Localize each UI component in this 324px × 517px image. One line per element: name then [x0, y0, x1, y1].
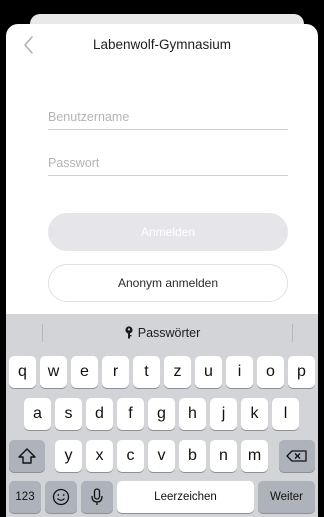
- emoji-icon: [52, 488, 70, 506]
- navigation-bar: Labenwolf-Gymnasium: [6, 24, 318, 68]
- key[interactable]: j: [210, 398, 237, 430]
- key[interactable]: u: [195, 356, 222, 388]
- key[interactable]: a: [24, 398, 51, 430]
- key[interactable]: d: [86, 398, 113, 430]
- key[interactable]: b: [179, 440, 206, 472]
- key[interactable]: g: [148, 398, 175, 430]
- key[interactable]: e: [71, 356, 98, 388]
- shift-key[interactable]: [9, 440, 45, 472]
- space-key[interactable]: Leerzeichen: [117, 481, 254, 513]
- key[interactable]: w: [40, 356, 67, 388]
- username-field: [48, 108, 288, 130]
- key[interactable]: n: [210, 440, 237, 472]
- key[interactable]: c: [117, 440, 144, 472]
- keyboard-row-1: q w e r t z u i o p: [6, 356, 318, 388]
- return-key[interactable]: Weiter: [258, 481, 315, 513]
- key[interactable]: h: [179, 398, 206, 430]
- key[interactable]: f: [117, 398, 144, 430]
- key[interactable]: o: [257, 356, 284, 388]
- microphone-icon: [91, 488, 103, 505]
- emoji-key[interactable]: [45, 481, 77, 513]
- key[interactable]: i: [226, 356, 253, 388]
- keyboard-row-3: y x c v b n m: [6, 440, 318, 472]
- delete-key[interactable]: [279, 440, 315, 472]
- username-input[interactable]: [48, 110, 288, 124]
- key[interactable]: v: [148, 440, 175, 472]
- shift-icon: [18, 448, 36, 464]
- key[interactable]: k: [241, 398, 268, 430]
- keyboard: Passwörter q w e r t z u i o p a s d f g…: [6, 314, 318, 517]
- key[interactable]: t: [133, 356, 160, 388]
- key[interactable]: l: [272, 398, 299, 430]
- passwords-label: Passwörter: [137, 326, 201, 340]
- key[interactable]: s: [55, 398, 82, 430]
- key[interactable]: r: [102, 356, 129, 388]
- dictation-key[interactable]: [81, 481, 113, 513]
- key[interactable]: q: [9, 356, 36, 388]
- backspace-icon: [286, 450, 307, 462]
- screen: Labenwolf-Gymnasium Anmelden Anonym anme…: [0, 0, 324, 517]
- key[interactable]: m: [241, 440, 268, 472]
- keyboard-row-2: a s d f g h j k l: [6, 398, 318, 430]
- login-button[interactable]: Anmelden: [48, 213, 288, 251]
- passwords-suggestion[interactable]: Passwörter: [6, 326, 318, 340]
- password-field: [48, 154, 288, 176]
- page-title: Labenwolf-Gymnasium: [92, 37, 232, 52]
- keyboard-row-4: 123 Leerzeichen Weiter: [6, 481, 318, 513]
- key-icon: [124, 326, 134, 340]
- key[interactable]: z: [164, 356, 191, 388]
- key[interactable]: p: [288, 356, 315, 388]
- anonymous-login-button[interactable]: Anonym anmelden: [48, 264, 288, 302]
- key[interactable]: x: [86, 440, 113, 472]
- keyboard-suggestion-bar: Passwörter: [6, 314, 318, 352]
- password-input[interactable]: [48, 156, 288, 170]
- key[interactable]: y: [55, 440, 82, 472]
- numbers-key[interactable]: 123: [9, 481, 41, 513]
